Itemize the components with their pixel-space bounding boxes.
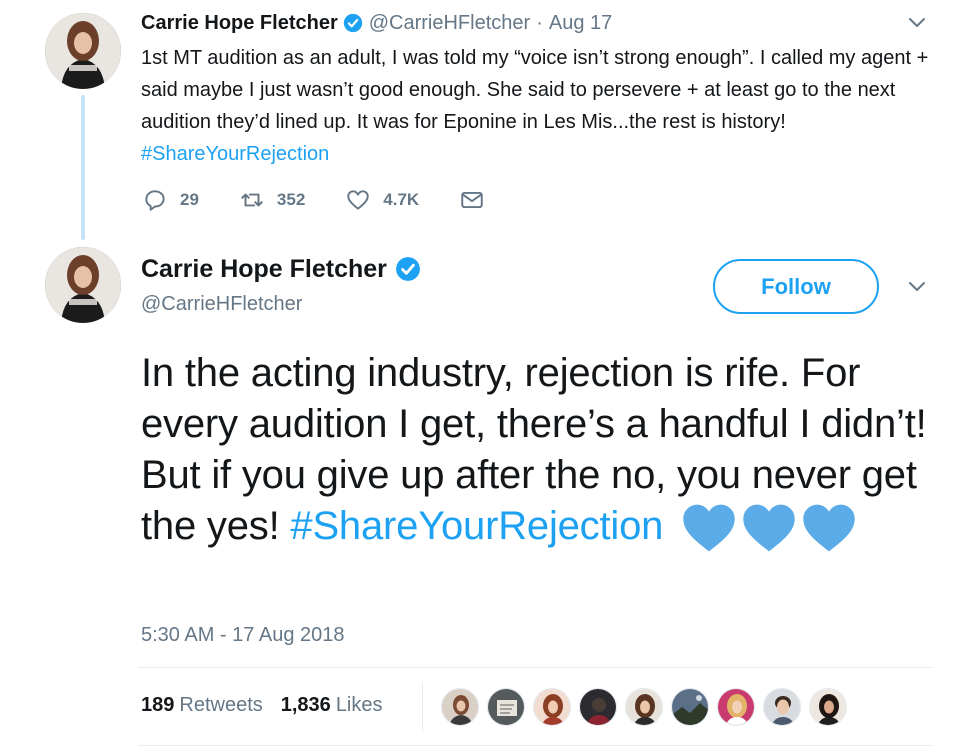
tweet-date[interactable]: Aug 17 — [549, 12, 612, 35]
chevron-down-icon[interactable] — [905, 274, 929, 298]
envelope-icon — [461, 191, 483, 209]
follow-button[interactable]: Follow — [713, 259, 879, 314]
thread-connector — [81, 95, 85, 240]
liker-avatar[interactable] — [717, 688, 755, 726]
like-count: 4.7K — [383, 190, 420, 209]
heart-emojis — [681, 502, 861, 554]
liker-avatar[interactable] — [763, 688, 801, 726]
blue-heart-emoji — [743, 505, 795, 552]
separator-dot: · — [536, 11, 543, 34]
tweet-author: Carrie Hope Fletcher — [141, 253, 427, 285]
liker-avatar[interactable] — [441, 688, 479, 726]
author-name[interactable]: Carrie Hope Fletcher — [141, 255, 387, 284]
liker-avatar[interactable] — [579, 688, 617, 726]
author-avatar[interactable] — [45, 247, 121, 323]
liker-avatar[interactable] — [533, 688, 571, 726]
tweet-text: 1st MT audition as an adult, I was told … — [141, 42, 941, 170]
divider — [138, 745, 933, 746]
reply-icon — [145, 190, 165, 211]
retweet-button[interactable]: 352 — [239, 185, 305, 215]
liker-avatar[interactable] — [671, 688, 709, 726]
liker-avatar[interactable] — [487, 688, 525, 726]
author-avatar[interactable] — [45, 13, 121, 89]
author-name[interactable]: Carrie Hope Fletcher — [141, 12, 338, 35]
tweet-header: Carrie Hope Fletcher @CarrieHFletcher · … — [141, 10, 612, 36]
blue-heart-emoji — [803, 505, 855, 552]
retweet-count: 352 — [276, 190, 306, 209]
liker-avatar[interactable] — [625, 688, 663, 726]
heart-icon — [347, 190, 370, 210]
retweet-icon — [241, 193, 263, 207]
tweet-body: 1st MT audition as an adult, I was told … — [141, 47, 929, 133]
liker-avatars — [441, 688, 855, 726]
liker-avatar[interactable] — [809, 688, 847, 726]
reply-button[interactable]: 29 — [142, 185, 199, 215]
author-handle[interactable]: @CarrieHFletcher — [141, 293, 302, 316]
divider — [138, 667, 933, 668]
chevron-down-icon[interactable] — [905, 10, 929, 34]
tweet-actions: 29 352 4.7K — [142, 185, 537, 215]
hashtag-link[interactable]: #ShareYourRejection — [290, 504, 663, 548]
retweets-label[interactable]: Retweets — [179, 694, 262, 717]
author-handle[interactable]: @CarrieHFletcher — [369, 12, 530, 35]
blue-heart-emoji — [683, 505, 735, 552]
verified-badge-icon — [395, 256, 421, 282]
likes-label[interactable]: Likes — [336, 694, 383, 717]
reply-count: 29 — [180, 190, 199, 209]
hashtag-link[interactable]: #ShareYourRejection — [141, 143, 329, 165]
tweet-stats: 189 Retweets 1,836 Likes — [141, 694, 401, 717]
retweets-count[interactable]: 189 — [141, 694, 174, 717]
likes-count[interactable]: 1,836 — [281, 694, 331, 717]
tweet-text: In the acting industry, rejection is rif… — [141, 348, 961, 554]
stats-separator — [422, 682, 423, 732]
direct-message-button[interactable] — [459, 185, 497, 215]
tweet-timestamp[interactable]: 5:30 AM - 17 Aug 2018 — [141, 624, 345, 647]
verified-badge-icon — [343, 13, 363, 33]
like-button[interactable]: 4.7K — [345, 185, 419, 215]
